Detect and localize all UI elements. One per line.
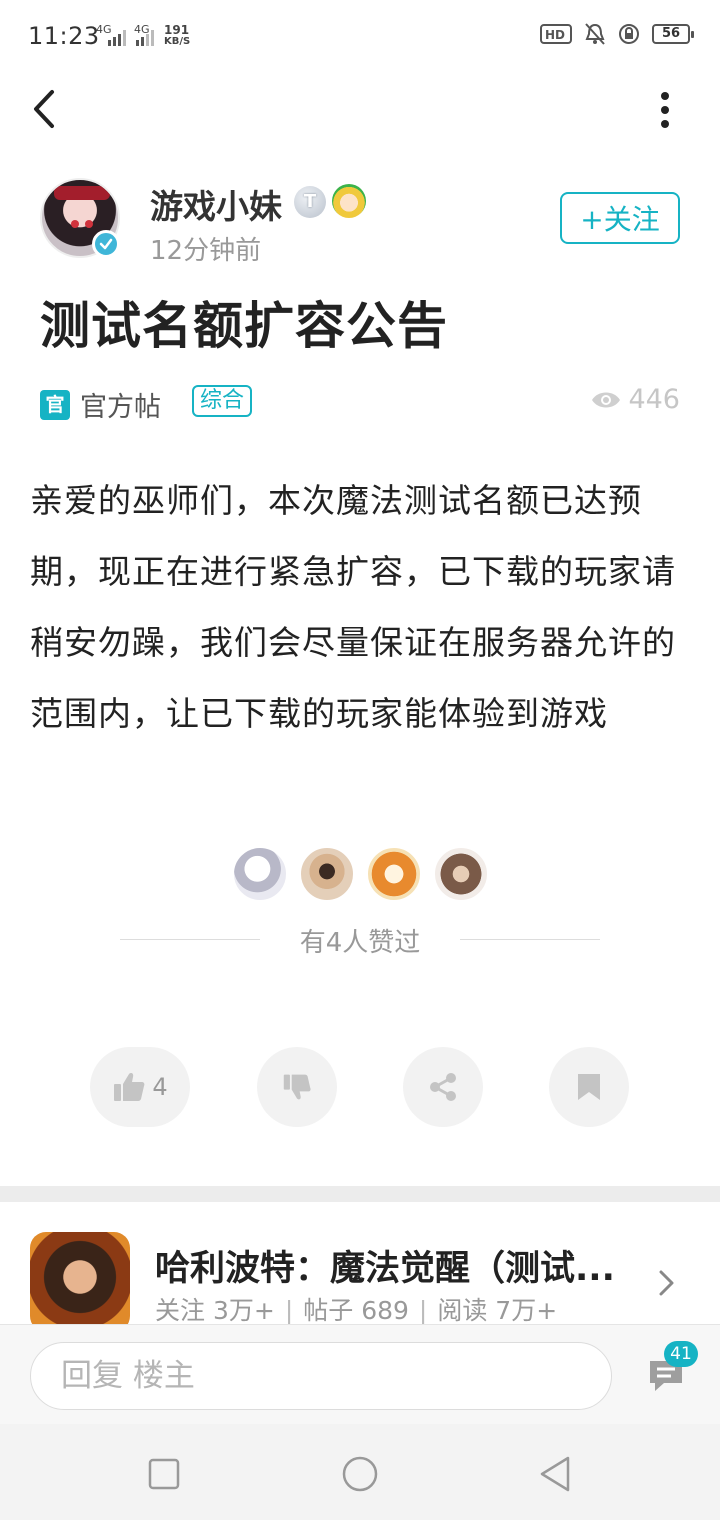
stat-separator: |: [418, 1296, 428, 1325]
game-reads-stat: 阅读 7万+: [437, 1296, 558, 1325]
reply-bar: 回复 楼主 41: [0, 1324, 720, 1424]
official-post-tag: 官 官方帖: [40, 385, 161, 424]
game-stats: 关注 3万+ | 帖子 689 | 阅读 7万+: [155, 1291, 557, 1327]
lock-rotate-icon: [619, 24, 639, 44]
verified-check-icon: [92, 230, 120, 258]
net-speed-unit: KB/S: [164, 36, 191, 47]
dislike-button[interactable]: [257, 1047, 337, 1127]
eye-icon: [592, 392, 621, 407]
thumbs-down-icon: [283, 1074, 311, 1100]
chevron-right-icon[interactable]: [656, 1268, 678, 1298]
view-count: 446: [590, 384, 680, 415]
like-button[interactable]: 4: [90, 1047, 190, 1127]
net-speed-value: 191: [164, 23, 190, 37]
signal-icon: [108, 30, 126, 46]
liker-avatars[interactable]: [232, 846, 489, 902]
stat-separator: |: [284, 1296, 294, 1325]
official-icon: 官: [40, 389, 70, 420]
bookmark-button[interactable]: [549, 1047, 629, 1127]
svg-text:HD: HD: [545, 28, 565, 42]
battery-indicator: 56: [652, 24, 694, 44]
post-content: 亲爱的巫师们，本次魔法测试名额已达预期，现正在进行紧急扩容，已下载的玩家请稍安勿…: [30, 481, 676, 733]
share-button[interactable]: [403, 1047, 483, 1127]
net-speed: 191 KB/S: [164, 24, 190, 48]
more-options-icon[interactable]: [650, 88, 680, 132]
back-triangle-icon[interactable]: [536, 1454, 576, 1494]
status-time: 11:23: [28, 22, 100, 50]
official-post-label: 官方帖: [80, 392, 161, 423]
follow-button[interactable]: +关注: [560, 192, 680, 244]
game-icon[interactable]: [30, 1232, 130, 1332]
back-arrow-icon[interactable]: [26, 86, 66, 132]
share-icon: [430, 1073, 456, 1101]
like-count: 4: [152, 1073, 168, 1101]
home-circle-icon[interactable]: [340, 1454, 380, 1494]
status-bar: 11:23 4G 4G 191 KB/S HD 56: [0, 0, 720, 72]
bookmark-icon: [578, 1074, 600, 1100]
likers-summary[interactable]: 有4人赞过: [260, 922, 460, 959]
medal-badge-icon: [332, 184, 366, 218]
level-badge-icon: T: [294, 186, 326, 218]
category-tag[interactable]: 综合: [192, 385, 253, 417]
liker-avatar[interactable]: [299, 846, 355, 902]
divider-line: [120, 939, 260, 940]
liker-avatar[interactable]: [232, 846, 288, 902]
game-title[interactable]: 哈利波特：魔法觉醒（测试...: [155, 1240, 625, 1291]
game-follow-stat: 关注 3万+: [155, 1296, 275, 1325]
hd-icon: HD: [540, 24, 572, 44]
signal-2-icon: [136, 30, 154, 46]
recents-square-icon[interactable]: [144, 1454, 184, 1494]
post-time: 12分钟前: [150, 236, 262, 266]
game-posts-stat: 帖子 689: [303, 1296, 409, 1325]
section-divider: [0, 1186, 720, 1202]
comment-count-badge: 41: [664, 1341, 698, 1367]
post-title: 测试名额扩容公告: [40, 297, 448, 355]
divider-line: [460, 939, 600, 940]
view-count-value: 446: [628, 384, 680, 415]
liker-avatar[interactable]: [366, 846, 422, 902]
thumbs-up-icon: [114, 1073, 145, 1101]
author-name[interactable]: 游戏小妹: [150, 180, 282, 228]
liker-avatar[interactable]: [433, 846, 489, 902]
system-nav-bar: [0, 1424, 720, 1520]
mute-bell-icon: [585, 23, 605, 45]
reply-input[interactable]: 回复 楼主: [30, 1342, 612, 1410]
